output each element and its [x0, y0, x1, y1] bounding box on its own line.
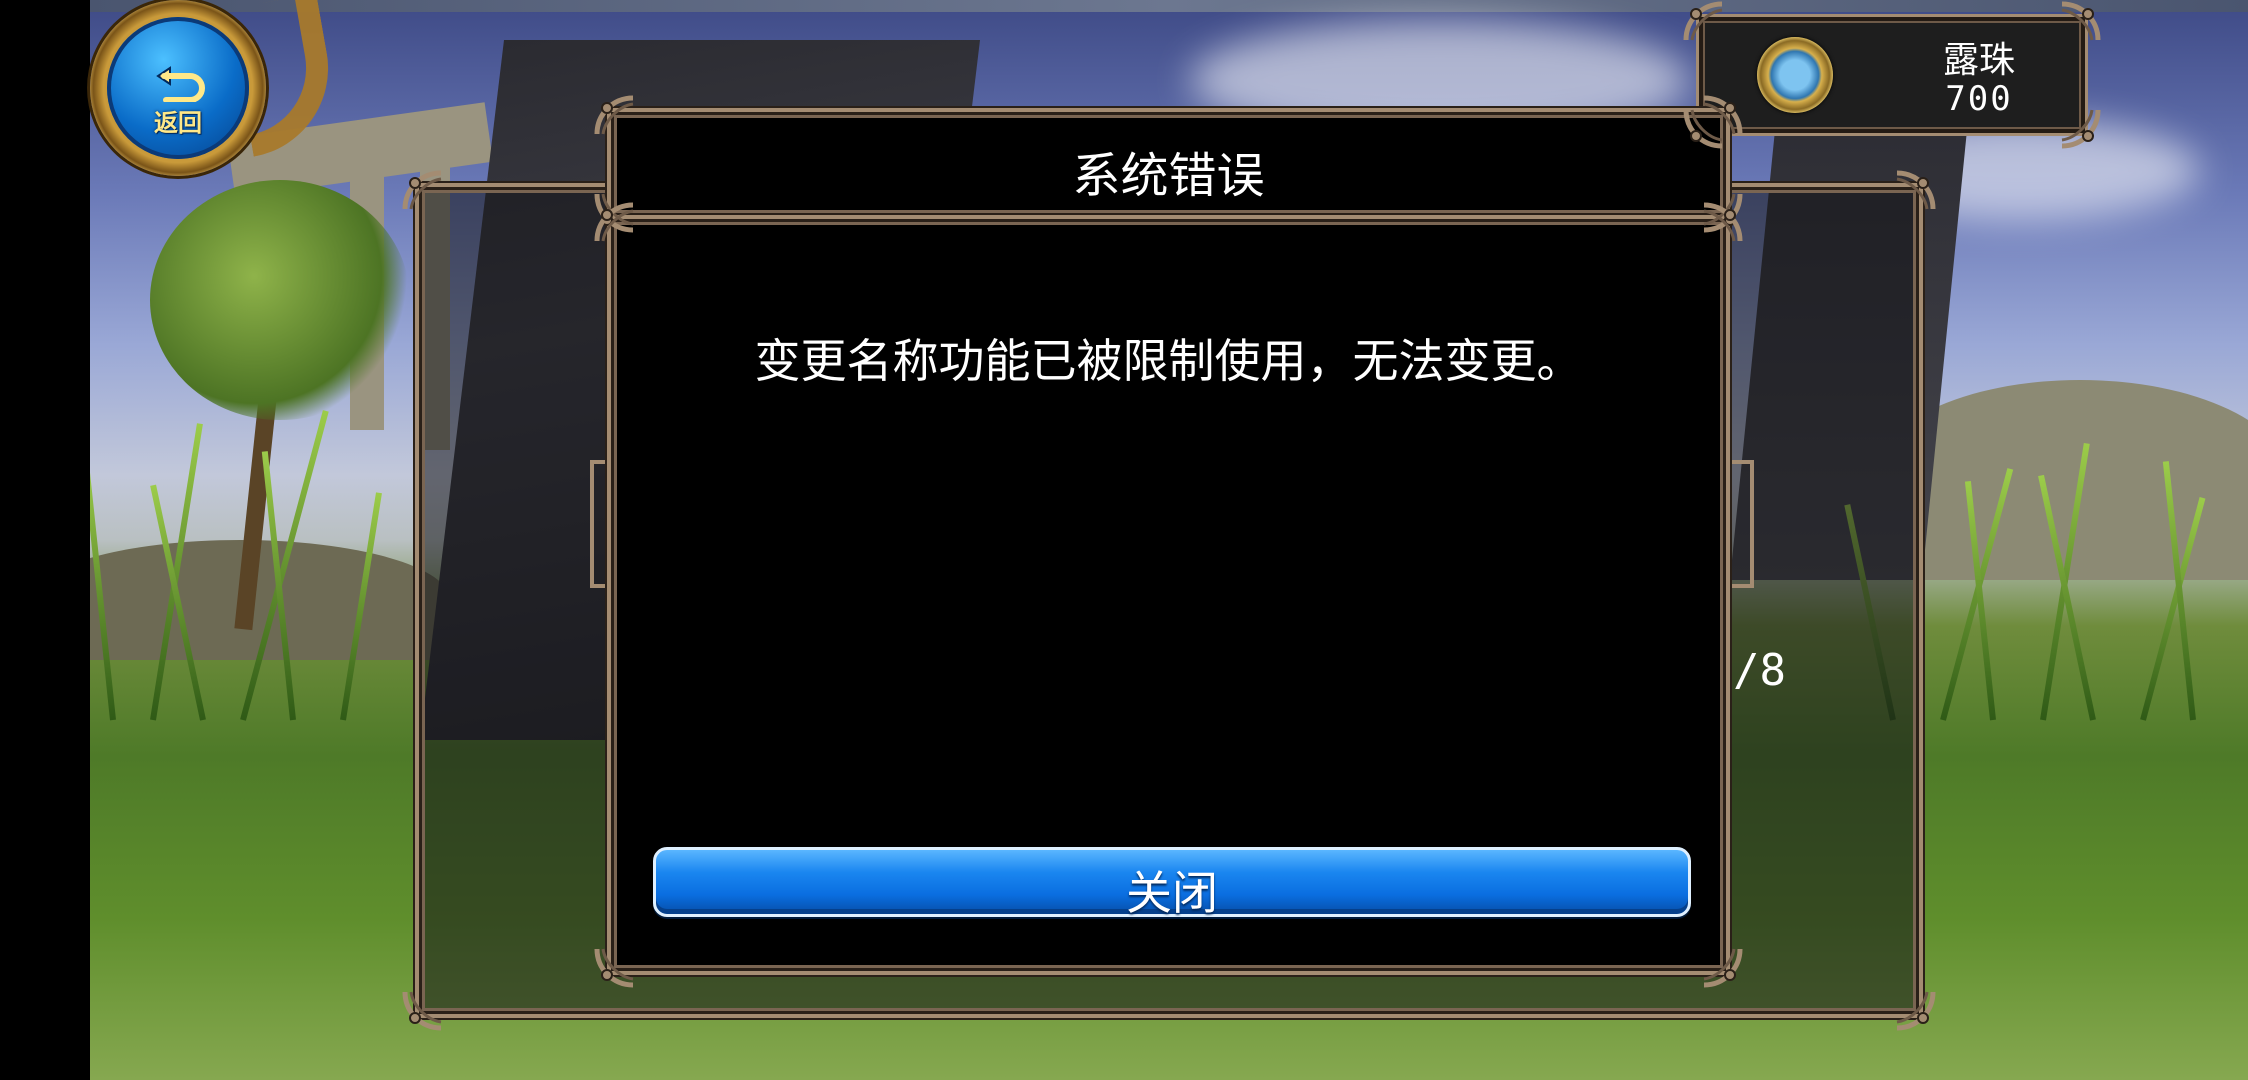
frame-corner-ornament	[1893, 169, 1937, 213]
grass-blade	[2162, 461, 2196, 721]
frame-corner-ornament	[593, 94, 637, 138]
dew-orb-icon	[1757, 37, 1833, 113]
close-button[interactable]: 关闭	[653, 847, 1691, 919]
frame-corner-ornament	[1700, 945, 1744, 989]
page-counter: /8	[1733, 645, 1786, 696]
frame-corner-ornament	[593, 201, 637, 245]
frame-corner-ornament	[1700, 201, 1744, 245]
currency-name: 露珠	[1942, 39, 2015, 80]
error-dialog: 变更名称功能已被限制使用，无法变更。 关闭	[607, 215, 1730, 975]
grass-blade	[90, 461, 116, 721]
grass-blade	[261, 451, 296, 721]
currency-value: 700	[1945, 79, 2013, 119]
frame-corner-ornament	[2058, 0, 2102, 44]
dialog-header: 系统错误	[607, 108, 1730, 220]
back-button[interactable]: 返回	[90, 0, 343, 190]
close-button-label: 关闭	[1126, 867, 1218, 919]
game-screen: 返回 露珠 700 /8 系统错误 变更名称功能已被限制使用，无法变更。 关闭	[0, 0, 2248, 1080]
frame-corner-ornament	[1682, 106, 1726, 150]
currency-panel: 露珠 700	[1696, 14, 2088, 136]
dialog-message: 变更名称功能已被限制使用，无法变更。	[754, 335, 1583, 387]
frame-corner-ornament	[1682, 0, 1726, 44]
frame-corner-ornament	[1893, 988, 1937, 1032]
panel-tab-right	[1726, 460, 1754, 588]
grass-blade	[1964, 481, 1996, 721]
frame-corner-ornament	[401, 988, 445, 1032]
dialog-title: 系统错误	[1072, 150, 1265, 203]
return-arrow-icon	[156, 66, 205, 102]
frame-corner-ornament	[401, 169, 445, 213]
frame-corner-ornament	[593, 945, 637, 989]
grass-blade	[340, 492, 382, 721]
back-button-label: 返回	[154, 110, 202, 137]
frame-corner-ornament	[2058, 106, 2102, 150]
